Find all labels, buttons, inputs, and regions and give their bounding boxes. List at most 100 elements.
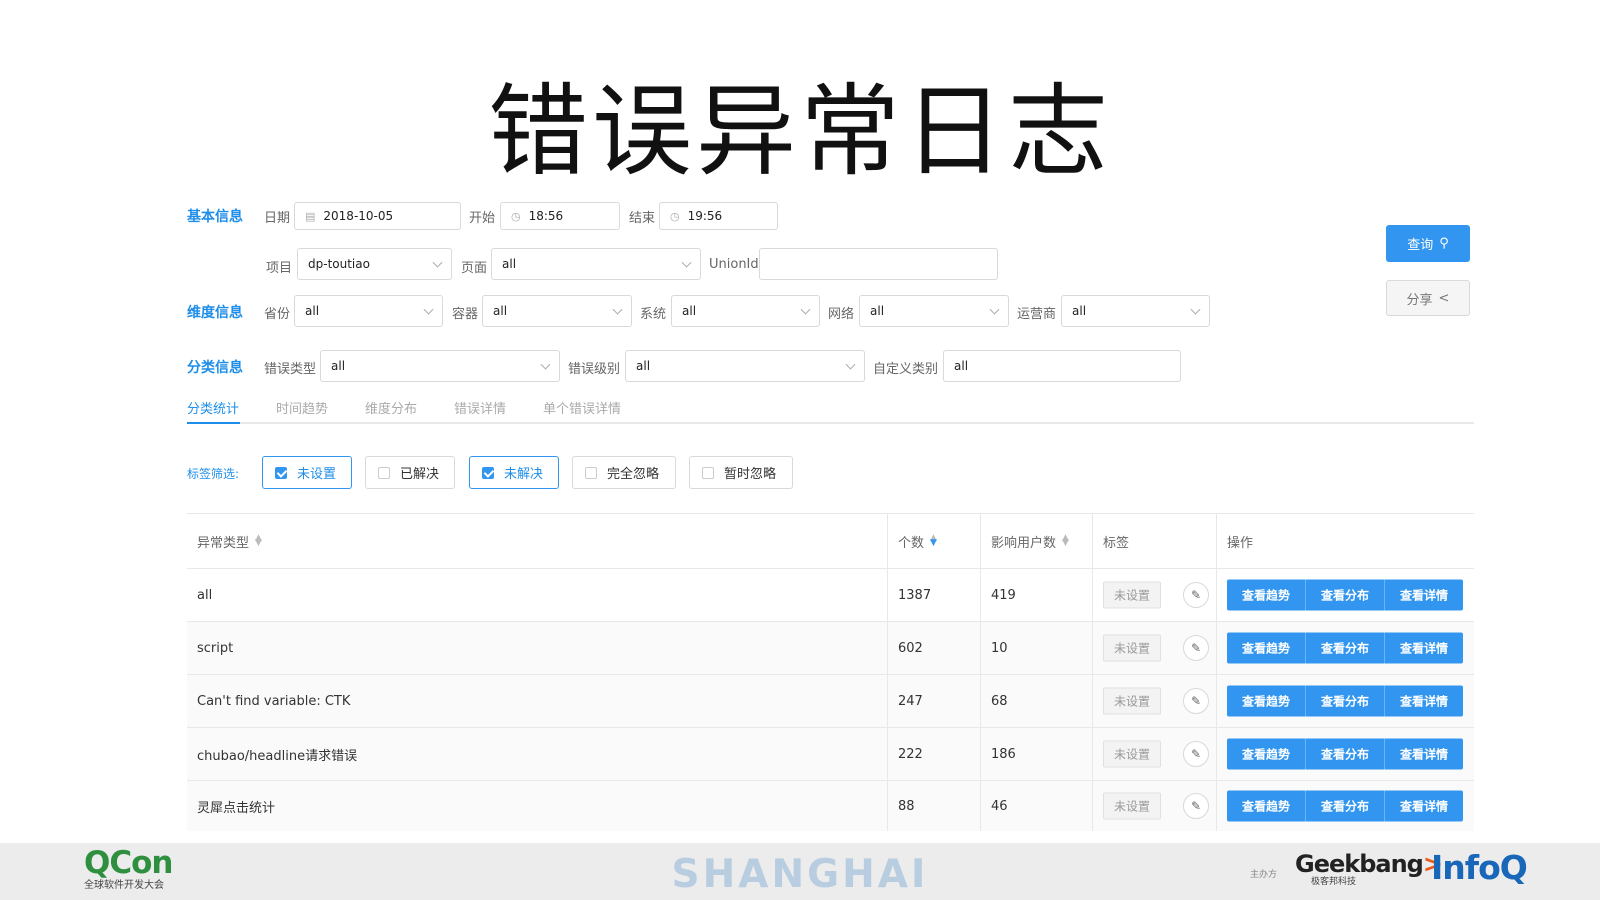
section-category-info: 分类信息 (187, 360, 243, 376)
header-label: 影响用户数 (991, 535, 1057, 551)
view-details-button[interactable]: 查看详情 (1385, 738, 1463, 770)
pencil-icon[interactable]: ✎ (1183, 635, 1209, 661)
sponsor-label: 主办方 (1250, 870, 1278, 880)
error-type-select[interactable]: all (320, 350, 560, 382)
tab-dimension-distribution[interactable]: 维度分布 (365, 398, 417, 417)
system-select[interactable]: all (671, 295, 820, 327)
cell-tag: 未设置 ✎ (1092, 569, 1216, 621)
view-trend-button[interactable]: 查看趋势 (1227, 790, 1306, 822)
column-header-count[interactable]: 个数 ▲ ▼ (887, 514, 980, 568)
end-time-picker[interactable]: ◷ 19:56 (659, 202, 778, 230)
slide-title: 错误异常日志 (488, 73, 1112, 190)
view-details-button[interactable]: 查看详情 (1385, 632, 1463, 664)
column-header-type[interactable]: 异常类型 ▲ ▼ (187, 514, 887, 568)
query-label: 查询 (1407, 238, 1434, 253)
cell-tag: 未设置 ✎ (1092, 622, 1216, 674)
action-button-group: 查看趋势 查看分布 查看详情 (1227, 632, 1463, 664)
container-value: all (493, 304, 508, 318)
cell-tag: 未设置 ✎ (1092, 675, 1216, 727)
cell-actions: 查看趋势 查看分布 查看详情 (1216, 728, 1474, 780)
chevron-down-icon (423, 304, 434, 315)
view-distribution-button[interactable]: 查看分布 (1306, 685, 1385, 717)
chevron-down-icon (432, 257, 443, 268)
view-details-button[interactable]: 查看详情 (1385, 790, 1463, 822)
filter-option-label: 未解决 (504, 467, 544, 482)
cell-type: script (197, 640, 234, 656)
unionid-input[interactable] (759, 248, 998, 280)
carrier-value: all (1072, 304, 1087, 318)
filter-fully-ignored-checkbox[interactable]: 完全忽略 (572, 456, 676, 489)
pencil-icon[interactable]: ✎ (1183, 741, 1209, 767)
view-details-button[interactable]: 查看详情 (1385, 579, 1463, 611)
province-label: 省份 (264, 307, 291, 322)
cell-count: 222 (887, 728, 980, 780)
view-distribution-button[interactable]: 查看分布 (1306, 579, 1385, 611)
view-trend-button[interactable]: 查看趋势 (1227, 738, 1306, 770)
view-trend-button[interactable]: 查看趋势 (1227, 685, 1306, 717)
filter-option-label: 未设置 (297, 467, 337, 482)
error-level-label: 错误级别 (568, 362, 621, 377)
view-distribution-button[interactable]: 查看分布 (1306, 790, 1385, 822)
filter-unresolved-checkbox[interactable]: 未解决 (469, 456, 559, 489)
section-basic-info: 基本信息 (187, 209, 243, 225)
column-header-users[interactable]: 影响用户数 ▲ ▼ (980, 514, 1092, 568)
tag-badge: 未设置 (1103, 634, 1161, 662)
cell-type: 灵犀点击统计 (197, 800, 276, 816)
header-label: 异常类型 (197, 535, 250, 551)
pencil-icon[interactable]: ✎ (1183, 793, 1209, 819)
view-trend-button[interactable]: 查看趋势 (1227, 579, 1306, 611)
geekbang-wordmark: Geekbang (1295, 850, 1424, 878)
cell-tag: 未设置 ✎ (1092, 728, 1216, 780)
start-time-picker[interactable]: ◷ 18:56 (500, 202, 620, 230)
sort-icon: ▲ ▼ (1062, 533, 1069, 548)
share-button[interactable]: 分享 < (1386, 280, 1470, 316)
province-select[interactable]: all (294, 295, 443, 327)
network-value: all (870, 304, 885, 318)
action-button-group: 查看趋势 查看分布 查看详情 (1227, 579, 1463, 611)
view-trend-button[interactable]: 查看趋势 (1227, 632, 1306, 664)
date-value: 2018-10-05 (323, 209, 394, 223)
end-time-value: 19:56 (687, 209, 723, 223)
share-icon: < (1438, 290, 1450, 306)
pencil-icon[interactable]: ✎ (1183, 688, 1209, 714)
cell-users: 46 (980, 781, 1092, 831)
geekbang-tagline: 极客邦科技 (1311, 877, 1357, 887)
header-label: 个数 (898, 535, 925, 551)
clock-icon: ◷ (511, 209, 521, 223)
container-label: 容器 (452, 307, 479, 322)
carrier-select[interactable]: all (1061, 295, 1210, 327)
container-select[interactable]: all (482, 295, 632, 327)
tab-error-details[interactable]: 错误详情 (454, 398, 506, 417)
tab-time-trend[interactable]: 时间趋势 (276, 398, 328, 417)
error-level-select[interactable]: all (625, 350, 865, 382)
error-level-value: all (636, 359, 651, 373)
error-type-label: 错误类型 (264, 362, 317, 377)
search-icon: ⚲ (1439, 236, 1449, 251)
view-details-button[interactable]: 查看详情 (1385, 685, 1463, 717)
cell-actions: 查看趋势 查看分布 查看详情 (1216, 569, 1474, 621)
header-label: 操作 (1227, 535, 1254, 551)
pencil-icon[interactable]: ✎ (1183, 582, 1209, 608)
action-button-group: 查看趋势 查看分布 查看详情 (1227, 685, 1463, 717)
project-select[interactable]: dp-toutiao (297, 248, 452, 280)
tab-category-stats[interactable]: 分类统计 (187, 398, 239, 417)
start-time-value: 18:56 (528, 209, 564, 223)
query-button[interactable]: 查询 ⚲ (1386, 225, 1470, 262)
tag-badge: 未设置 (1103, 687, 1161, 715)
chevron-down-icon (1190, 304, 1201, 315)
custom-category-input[interactable]: all (943, 350, 1181, 382)
cell-type: Can't find variable: CTK (197, 693, 351, 709)
page-select[interactable]: all (491, 248, 701, 280)
filter-resolved-checkbox[interactable]: 已解决 (365, 456, 455, 489)
view-distribution-button[interactable]: 查看分布 (1306, 632, 1385, 664)
filter-option-label: 已解决 (400, 467, 440, 482)
column-header-actions: 操作 (1216, 514, 1474, 568)
view-distribution-button[interactable]: 查看分布 (1306, 738, 1385, 770)
chevron-down-icon (612, 304, 623, 315)
filter-temporarily-ignored-checkbox[interactable]: 暂时忽略 (689, 456, 793, 489)
filter-unset-checkbox[interactable]: 未设置 (262, 456, 352, 489)
tab-single-error-details[interactable]: 单个错误详情 (543, 398, 621, 417)
network-select[interactable]: all (859, 295, 1009, 327)
date-picker[interactable]: ▤ 2018-10-05 (294, 202, 461, 230)
chevron-down-icon (681, 257, 692, 268)
